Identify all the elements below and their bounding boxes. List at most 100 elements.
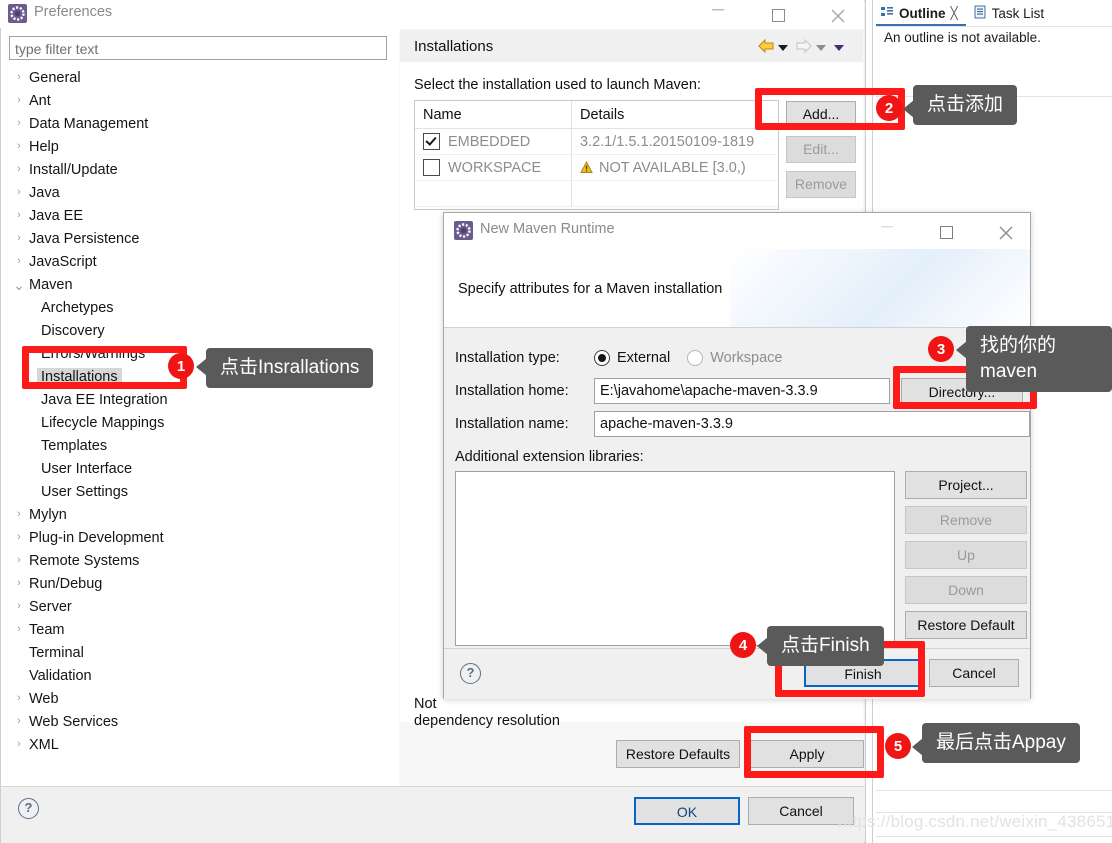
back-dropdown-icon[interactable] (778, 39, 788, 55)
tree-item-validation[interactable]: Validation (9, 664, 387, 687)
tree-item-java-ee[interactable]: › Java EE (9, 204, 387, 227)
dialog-cancel-button[interactable]: Cancel (929, 659, 1019, 687)
chevron-right-icon[interactable]: › (9, 158, 29, 181)
tree-item-java-ee-integration[interactable]: Java EE Integration (9, 388, 387, 411)
edit-button: Edit... (786, 136, 856, 163)
installation-name-input[interactable]: apache-maven-3.3.9 (594, 411, 1030, 437)
help-question-icon[interactable]: ? (460, 663, 481, 684)
chevron-right-icon[interactable]: › (9, 112, 29, 135)
tree-item-label: Java (29, 184, 60, 201)
view-menu-icon[interactable] (834, 39, 844, 55)
chevron-right-icon[interactable]: › (9, 618, 29, 641)
tree-item-install-update[interactable]: › Install/Update (9, 158, 387, 181)
forward-dropdown-icon[interactable] (816, 39, 826, 55)
chevron-right-icon[interactable]: › (9, 549, 29, 572)
tree-item-lifecycle-mappings[interactable]: Lifecycle Mappings (9, 411, 387, 434)
chevron-right-icon[interactable]: › (9, 503, 29, 526)
table-row-empty (415, 181, 778, 207)
help-question-icon[interactable]: ? (18, 798, 39, 819)
right-tabbar-divider (876, 26, 1112, 27)
filter-input[interactable]: type filter text (9, 36, 387, 60)
row-checkbox-embedded[interactable] (423, 133, 440, 150)
remove-button: Remove (786, 171, 856, 198)
close-icon[interactable]: ╳ (951, 6, 958, 20)
installations-table[interactable]: Name Details EMBEDDED 3.2.1/1.5.1.201501… (414, 100, 779, 210)
dialog-maximize-button[interactable] (923, 213, 969, 249)
tree-item-templates[interactable]: Templates (9, 434, 387, 457)
chevron-right-icon[interactable]: › (9, 595, 29, 618)
chevron-right-icon[interactable]: › (9, 710, 29, 733)
tree-item-xml[interactable]: › XML (9, 733, 387, 756)
tree-item-label: Java Persistence (29, 230, 140, 247)
installation-home-input[interactable]: E:\javahome\apache-maven-3.3.9 (594, 378, 890, 404)
tree-item-server[interactable]: › Server (9, 595, 387, 618)
project-button[interactable]: Project... (905, 471, 1027, 499)
pane-nav-icons[interactable] (758, 38, 858, 56)
chevron-right-icon[interactable]: › (9, 204, 29, 227)
page-title: Installations (414, 38, 494, 55)
tree-item-ant[interactable]: › Ant (9, 89, 387, 112)
restore-default-button[interactable]: Restore Default (905, 611, 1027, 639)
tree-item-label: Discovery (41, 322, 105, 339)
chevron-right-icon[interactable]: › (9, 733, 29, 756)
tree-item-label: Team (29, 621, 65, 638)
eclipse-maven-icon (454, 221, 473, 240)
preferences-tree[interactable]: › General › Ant › Data Management › Help › Instal… (9, 66, 387, 776)
radio-external[interactable] (594, 350, 610, 366)
tree-item-user-settings[interactable]: User Settings (9, 480, 387, 503)
tree-item-javascript[interactable]: › JavaScript (9, 250, 387, 273)
tree-item-terminal[interactable]: Terminal (9, 641, 387, 664)
annotation-badge-4: 4 (730, 632, 756, 658)
ok-button[interactable]: OK (634, 797, 740, 825)
tree-item-label: Validation (29, 667, 92, 684)
tree-item-team[interactable]: › Team (9, 618, 387, 641)
chevron-right-icon[interactable]: › (9, 572, 29, 595)
chevron-down-icon[interactable]: ⌄ (9, 277, 29, 293)
annotation-box-1 (22, 346, 187, 389)
tree-item-mylyn[interactable]: › Mylyn (9, 503, 387, 526)
remove-library-button: Remove (905, 506, 1027, 534)
tree-item-remote-systems[interactable]: › Remote Systems (9, 549, 387, 572)
chevron-right-icon[interactable]: › (9, 250, 29, 273)
tree-item-user-interface[interactable]: User Interface (9, 457, 387, 480)
tree-item-plug-in-development[interactable]: › Plug-in Development (9, 526, 387, 549)
table-row[interactable]: WORKSPACE NOT AVAILABLE [3.0,) (415, 155, 778, 181)
tree-item-maven[interactable]: ⌄ Maven (9, 273, 387, 296)
tree-item-archetypes[interactable]: Archetypes (9, 296, 387, 319)
tab-task-list[interactable]: Task List (969, 2, 1053, 24)
chevron-right-icon[interactable]: › (9, 181, 29, 204)
tree-item-web[interactable]: › Web (9, 687, 387, 710)
chevron-right-icon[interactable]: › (9, 89, 29, 112)
watermark: https://blog.csdn.net/weixin_43865196 (838, 812, 1112, 831)
tree-item-java-persistence[interactable]: › Java Persistence (9, 227, 387, 250)
row-checkbox-workspace[interactable] (423, 159, 440, 176)
close-button[interactable] (815, 0, 861, 28)
annotation-callout-2: 点击添加 (913, 85, 1018, 125)
maximize-button[interactable] (755, 0, 801, 28)
chevron-right-icon[interactable]: › (9, 66, 29, 89)
chevron-right-icon[interactable]: › (9, 687, 29, 710)
restore-defaults-button[interactable]: Restore Defaults (616, 740, 740, 768)
minimize-button[interactable] (695, 0, 741, 28)
extension-libraries-list[interactable] (455, 471, 895, 646)
chevron-right-icon[interactable]: › (9, 526, 29, 549)
tree-item-java[interactable]: › Java (9, 181, 387, 204)
tree-item-run-debug[interactable]: › Run/Debug (9, 572, 387, 595)
dialog-banner-gradient (730, 249, 1030, 327)
chevron-right-icon[interactable]: › (9, 135, 29, 158)
tree-item-label: Plug-in Development (29, 529, 164, 546)
tree-item-help[interactable]: › Help (9, 135, 387, 158)
dialog-close-button[interactable] (983, 213, 1029, 249)
table-row[interactable]: EMBEDDED 3.2.1/1.5.1.20150109-1819 (415, 129, 778, 155)
tree-item-label: Templates (41, 437, 108, 454)
chevron-right-icon[interactable]: › (9, 227, 29, 250)
tab-outline[interactable]: Outline ╳ (876, 2, 966, 26)
tree-item-data-management[interactable]: › Data Management (9, 112, 387, 135)
radio-workspace[interactable] (687, 350, 704, 366)
tree-item-discovery[interactable]: Discovery (9, 319, 387, 342)
tree-item-label: Terminal (29, 644, 84, 661)
back-arrow-icon[interactable] (758, 38, 774, 56)
tree-item-general[interactable]: › General (9, 66, 387, 89)
tree-item-web-services[interactable]: › Web Services (9, 710, 387, 733)
